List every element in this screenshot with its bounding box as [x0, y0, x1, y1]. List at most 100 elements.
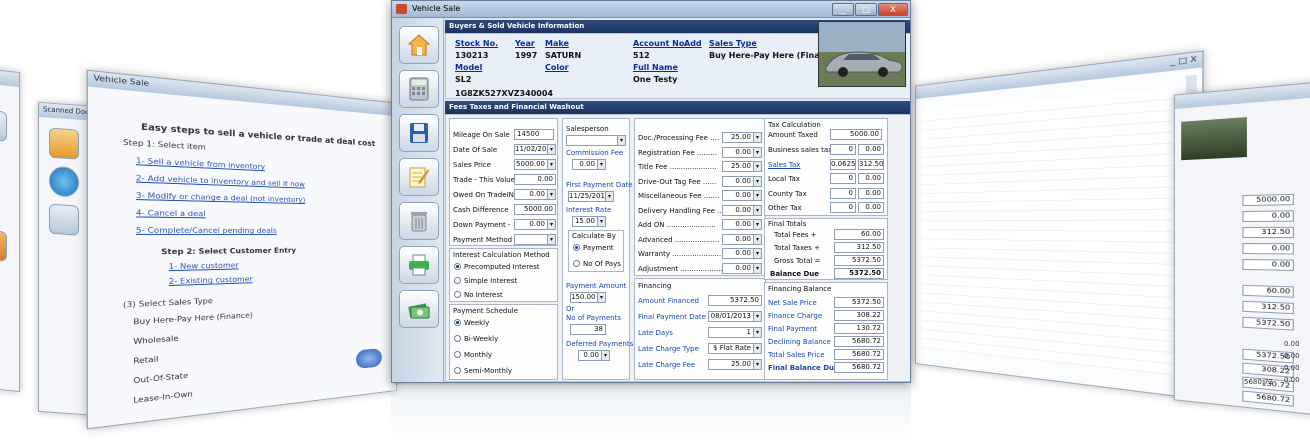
bi-weekly-radio[interactable] [454, 335, 461, 342]
financing-field[interactable]: 1 ▾ [708, 327, 762, 338]
first-payment-date-input[interactable]: 11/25/2012 ▾ [568, 191, 614, 202]
wizard-link-3[interactable]: 3- Modify or change a deal (not inventor… [136, 191, 306, 204]
dropdown-icon[interactable]: ▾ [753, 248, 762, 259]
account-no-link[interactable]: Account No. [633, 39, 687, 48]
mileage-input[interactable]: 14500 [514, 129, 554, 140]
financing-field[interactable]: 25.00 ▾ [708, 359, 762, 370]
maximize-button[interactable]: □ [855, 3, 877, 16]
financing-field[interactable]: $ Flat Rate ▾ [708, 343, 762, 354]
dropdown-icon[interactable]: ▾ [753, 190, 762, 201]
print-button[interactable] [399, 246, 439, 284]
minimize-button[interactable]: _ [832, 3, 854, 16]
next-arrow-icon[interactable] [356, 348, 382, 369]
interest-rate-input[interactable]: 15.00 ▾ [572, 216, 606, 227]
deferred-payments-input[interactable]: 0.00 ▾ [578, 350, 610, 361]
calendar-dropdown-icon[interactable]: ▾ [547, 144, 556, 155]
existing-customer-link[interactable]: 2- Existing customer [169, 275, 253, 286]
wizard-link-5[interactable]: 5- Complete/Cancel pending deals [136, 226, 277, 235]
fee-input[interactable]: 0.00 ▾ [722, 248, 762, 259]
dropdown-icon[interactable]: ▾ [753, 176, 762, 187]
owed-on-trade-input[interactable]: 0.00 ▾ [514, 189, 556, 200]
calculator-button[interactable] [399, 70, 439, 108]
dropdown-icon[interactable]: ▾ [547, 219, 556, 230]
sale-type-option-4[interactable]: Out-Of-State [133, 372, 188, 386]
year-link[interactable]: Year [515, 39, 535, 48]
fee-input[interactable]: 0.00 ▾ [722, 176, 762, 187]
trash-icon[interactable] [49, 204, 79, 236]
edit-button[interactable] [399, 158, 439, 196]
dropdown-icon[interactable]: ▾ [597, 159, 606, 170]
fee-input[interactable]: 0.00 ▾ [722, 190, 762, 201]
add-account-link[interactable]: Add [684, 39, 702, 48]
payment-button[interactable] [399, 290, 439, 328]
sale-type-option-2[interactable]: Wholesale [133, 334, 178, 346]
calc-payment-radio[interactable] [573, 244, 580, 251]
semi-monthly-radio[interactable] [454, 367, 461, 374]
sale-type-option-5[interactable]: Lease-In-Own [133, 390, 192, 405]
financing-field[interactable]: 5372.50 [708, 295, 762, 306]
fee-input[interactable]: 0.00 ▾ [722, 205, 762, 216]
wizard-link-4[interactable]: 4- Cancel a deal [136, 209, 206, 219]
precomputed-interest-radio[interactable] [454, 263, 461, 270]
delete-button[interactable] [399, 202, 439, 240]
home-button[interactable] [399, 26, 439, 64]
sales-price-input[interactable]: 5000.00 ▾ [514, 159, 556, 170]
dropdown-icon[interactable]: ▾ [547, 234, 556, 245]
no-interest-radio[interactable] [454, 291, 461, 298]
new-customer-link[interactable]: 1- New customer [169, 261, 239, 271]
color-link[interactable]: Color [545, 63, 569, 72]
sales-tax-link[interactable]: Sales Tax [768, 161, 800, 169]
dropdown-icon[interactable]: ▾ [547, 189, 556, 200]
wizard-link-1[interactable]: 1- Sell a vehicle from inventory [136, 157, 265, 172]
fee-input[interactable]: 25.00 ▾ [722, 132, 762, 143]
down-payment-input[interactable]: 0.00 ▾ [514, 219, 556, 230]
tax-rate-input[interactable]: 0 [830, 173, 856, 184]
full-name-link[interactable]: Full Name [633, 63, 678, 72]
payment-method-select[interactable]: ▾ [514, 234, 556, 245]
tax-rate-input[interactable]: 0 [830, 188, 856, 199]
dropdown-icon[interactable]: ▾ [597, 292, 606, 303]
add-icon[interactable] [49, 166, 79, 198]
calc-no-of-pays-radio[interactable] [573, 260, 580, 267]
fee-input[interactable]: 0.00 ▾ [722, 263, 762, 274]
stock-no-link[interactable]: Stock No. [455, 39, 498, 48]
fee-input[interactable]: 0.00 ▾ [722, 234, 762, 245]
payment-amount-input[interactable]: 150.00 ▾ [570, 292, 606, 303]
close-button[interactable]: X [878, 3, 908, 16]
dropdown-icon[interactable]: ▾ [753, 359, 762, 370]
date-of-sale-input[interactable]: 11/02/2012 ▾ [514, 144, 556, 155]
model-link[interactable]: Model [455, 63, 482, 72]
commission-input[interactable]: 0.00 ▾ [572, 159, 606, 170]
wizard-link-2[interactable]: 2- Add vehicle to inventory and sell it … [136, 174, 305, 189]
dropdown-icon[interactable]: ▾ [753, 263, 762, 274]
weekly-radio[interactable] [454, 319, 461, 326]
fee-input[interactable]: 0.00 ▾ [722, 147, 762, 158]
sales-type-link[interactable]: Sales Type [709, 39, 757, 48]
simple-interest-radio[interactable] [454, 277, 461, 284]
dropdown-icon[interactable]: ▾ [753, 132, 762, 143]
dropdown-icon[interactable]: ▾ [617, 135, 626, 146]
fee-input[interactable]: 0.00 ▾ [722, 219, 762, 230]
financing-field[interactable]: 08/01/2013 ▾ [708, 311, 762, 322]
dropdown-icon[interactable]: ▾ [753, 205, 762, 216]
dropdown-icon[interactable]: ▾ [753, 343, 762, 354]
fee-input[interactable]: 25.00 ▾ [722, 161, 762, 172]
tax-rate-input[interactable]: 0.0625 [830, 159, 856, 170]
dropdown-icon[interactable]: ▾ [753, 327, 762, 338]
sale-type-option-1[interactable]: Buy Here-Pay Here (Finance) [133, 311, 253, 326]
dropdown-icon[interactable]: ▾ [601, 350, 610, 361]
dropdown-icon[interactable]: ▾ [753, 161, 762, 172]
dropdown-icon[interactable]: ▾ [547, 159, 556, 170]
salesperson-select[interactable]: ▾ [566, 135, 626, 146]
dropdown-icon[interactable]: ▾ [753, 147, 762, 158]
sale-type-option-3[interactable]: Retail [133, 355, 158, 366]
dropdown-icon[interactable]: ▾ [753, 234, 762, 245]
no-of-payments-input[interactable]: 38 [570, 324, 606, 335]
calendar-dropdown-icon[interactable]: ▾ [605, 191, 614, 202]
monthly-radio[interactable] [454, 351, 461, 358]
tax-rate-input[interactable]: 0 [830, 144, 856, 155]
dropdown-icon[interactable]: ▾ [753, 311, 762, 322]
make-link[interactable]: Make [545, 39, 569, 48]
dropdown-icon[interactable]: ▾ [597, 216, 606, 227]
dropdown-icon[interactable]: ▾ [753, 219, 762, 230]
